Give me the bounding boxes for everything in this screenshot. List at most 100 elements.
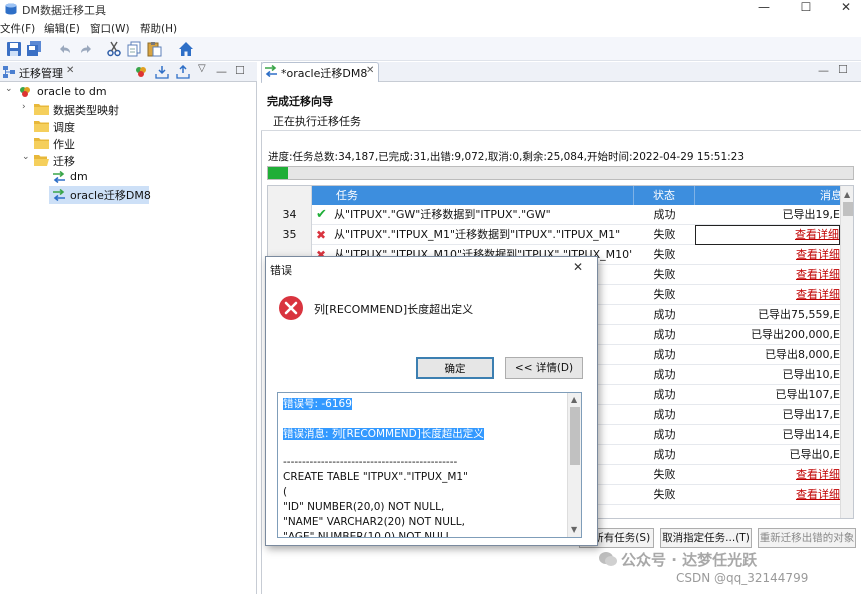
status-cell: 成功 [653,208,676,221]
editor-tab-label[interactable]: *oracle迁移DM8 [281,65,367,81]
progress-fill [268,167,289,179]
menu-window[interactable]: 窗口(W) [90,21,130,36]
tree-item-oracle-dm8[interactable]: oracle迁移DM8 [70,187,151,203]
tree-item-datatype-mapping[interactable]: 数据类型映射 [53,102,119,118]
maximize-button[interactable]: ☐ [786,0,826,16]
oracle-project-icon [18,85,32,99]
scroll-thumb[interactable] [570,407,580,465]
progress-bar [267,166,854,180]
paste-icon[interactable] [146,41,162,57]
error-details-text[interactable]: 错误号: -6169 错误消息: 列[RECOMMEND]长度超出定义 ------… [277,392,582,538]
copy-icon[interactable] [126,41,142,57]
message-cell: 已导出8,000,E [765,348,840,361]
status-cell: 成功 [653,328,676,341]
menu-help[interactable]: 帮助(H) [140,21,177,36]
row-number: 35 [268,225,312,245]
status-cell: 失败 [653,228,676,241]
row-number: 34 [268,205,312,225]
view-details-link[interactable]: 查看详细 [695,225,840,245]
dialog-close-icon[interactable]: ✕ [573,260,583,274]
status-cell: 失败 [653,468,676,481]
ok-button[interactable]: 确定 [416,357,494,379]
message-cell: 已导出200,000,E [751,328,840,341]
tree-item-jobs[interactable]: 作业 [53,136,75,152]
wizard-heading: 完成迁移向导 [267,95,333,108]
scroll-down-icon[interactable]: ▼ [571,525,577,534]
export-icon[interactable] [176,65,190,79]
view-details-link[interactable]: 查看详细 [695,485,840,505]
cut-icon[interactable] [106,41,122,57]
column-header-task[interactable]: 任务 [312,186,634,205]
view-details-link[interactable]: 查看详细 [695,465,840,485]
window-title: DM数据迁移工具 [22,4,106,17]
minimize-button[interactable]: — [744,0,784,16]
dialog-title: 错误 [270,264,292,277]
status-cell: 成功 [653,368,676,381]
undo-icon[interactable] [57,41,73,57]
column-header-status[interactable]: 状态 [634,186,695,205]
menu-file[interactable]: 文件(F) [0,21,35,36]
save-all-icon[interactable] [26,41,42,57]
view-details-link[interactable]: 查看详细 [695,265,840,285]
success-check-icon: ✔ [316,207,327,222]
view-maximize-icon[interactable]: ☐ [235,64,245,77]
table-row[interactable]: 35 ✖ 从"ITPUX"."ITPUX_M1"迁移数据到"ITPUX"."ITPU… [268,225,853,245]
task-cell: 从"ITPUX"."ITPUX_M1"迁移数据到"ITPUX"."ITPUX_M… [334,228,621,241]
tree-item-schedule[interactable]: 调度 [53,119,75,135]
scroll-up-icon[interactable]: ▲ [844,190,850,199]
menu-edit[interactable]: 编辑(E) [44,21,80,36]
detail-line: CREATE TABLE "ITPUX"."ITPUX_M1" [283,471,468,483]
redo-icon[interactable] [78,41,94,57]
import-icon[interactable] [155,65,169,79]
view-minimize-icon[interactable]: — [216,65,227,78]
detail-line: "NAME" VARCHAR2(20) NOT NULL, [283,516,465,528]
view-tab-label[interactable]: 迁移管理 [19,65,63,81]
view-menu-chevron-icon[interactable]: ▽ [198,63,206,74]
tree-expand-root-icon[interactable]: ⌄ [5,84,13,94]
tree-root-label[interactable]: oracle to dm [37,85,107,98]
message-cell: 已导出14,E [782,428,840,441]
home-icon[interactable] [178,41,194,57]
folder-icon [34,120,49,132]
status-cell: 成功 [653,428,676,441]
details-scrollbar[interactable]: ▲ ▼ [567,393,581,537]
table-scrollbar[interactable]: ▲ [840,186,853,518]
close-window-button[interactable]: ✕ [826,0,861,16]
editor-tab-icon [264,65,278,77]
tree-expand-datatype-icon[interactable]: › [22,102,26,112]
error-message: 列[RECOMMEND]长度超出定义 [314,303,474,316]
view-details-link[interactable]: 查看详细 [695,245,840,265]
tree-item-migration[interactable]: 迁移 [53,153,75,169]
editor-minimize-icon[interactable]: — [818,64,829,77]
migration-arrows-icon [52,171,66,183]
cancel-selected-task-button[interactable]: 取消指定任务...(T) [660,528,752,548]
app-icon [4,2,18,16]
message-cell: 已导出19,E [782,208,840,221]
detail-line: ----------------------------------------… [283,456,458,468]
table-corner [268,186,312,205]
editor-tab-close-icon[interactable]: ✕ [366,65,374,76]
detail-line: "AGE" NUMBER(10,0) NOT NULL [283,531,452,538]
save-icon[interactable] [6,41,22,57]
details-button[interactable]: << 详情(D) [505,357,583,379]
view-tab-close-icon[interactable]: ✕ [66,65,74,76]
message-cell: 已导出17,E [782,408,840,421]
detail-line: "ID" NUMBER(20,0) NOT NULL, [283,501,445,513]
editor-maximize-icon[interactable]: ☐ [838,63,848,76]
scroll-up-icon[interactable]: ▲ [571,395,577,404]
table-row[interactable]: 34 ✔ 从"ITPUX"."GW"迁移数据到"ITPUX"."GW" 成功 已导出19… [268,205,853,225]
tree-expand-migration-icon[interactable]: ⌄ [22,152,30,162]
failure-x-icon: ✖ [316,228,327,242]
status-cell: 成功 [653,308,676,321]
detail-line: ( [283,486,288,498]
migration-manager-view: 迁移管理 ✕ ▽ — ☐ ⌄ oracle to dm › 数据类型映射 调度 … [0,62,257,594]
message-cell: 已导出75,559,E [758,308,840,321]
column-header-message[interactable]: 消息 [695,186,853,205]
message-cell: 已导出107,E [775,388,840,401]
tree-item-dm[interactable]: dm [70,170,88,183]
view-details-link[interactable]: 查看详细 [695,285,840,305]
scroll-thumb[interactable] [843,202,853,216]
retry-failed-objects-button[interactable]: 重新迁移出错的对象 [758,528,856,548]
new-migration-icon[interactable] [134,65,148,79]
status-cell: 失败 [653,488,676,501]
